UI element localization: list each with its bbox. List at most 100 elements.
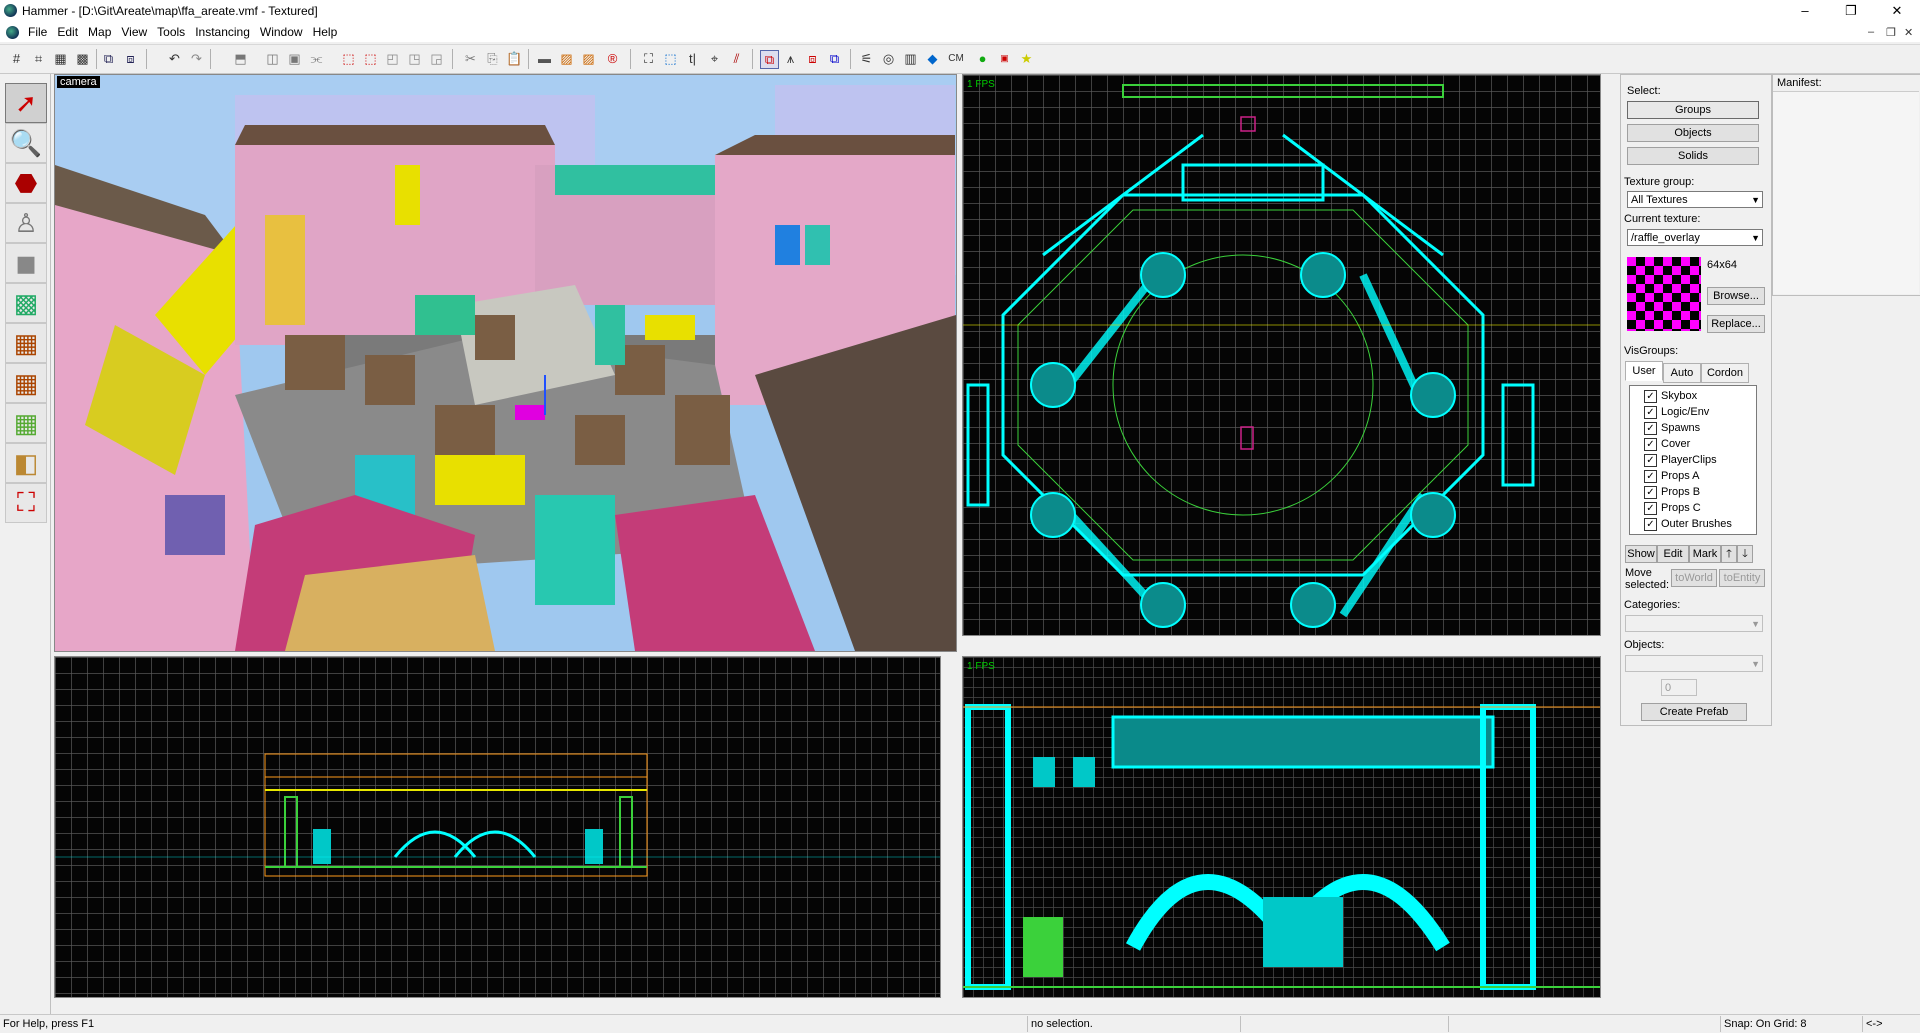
to-entity-button[interactable]: toEntity [1719,569,1765,587]
toggle-3d-icon[interactable]: ⌖ [706,50,723,67]
smaller-grid-icon[interactable]: ▦ [52,50,69,67]
visgroup-item-skybox[interactable]: ✓ Skybox [1644,388,1697,404]
run-map-icon[interactable]: ® [604,50,621,67]
visgroup-up-button[interactable]: 🡑 [1721,545,1737,563]
visgroup-item-cover[interactable]: ✓ Cover [1644,436,1690,452]
browse-texture-button[interactable]: Browse... [1707,287,1765,305]
hide-unselected-icon[interactable]: ◳ [406,50,423,67]
cut-icon[interactable]: ✂ [462,50,479,67]
top-view-viewport[interactable]: 1 FPS [962,74,1601,636]
solid-icon[interactable]: ▬ [536,50,553,67]
visgroup-item-outer-brushes[interactable]: ✓ Outer Brushes [1644,516,1732,532]
checkbox-checked-icon[interactable]: ✓ [1644,405,1657,419]
select-groups-button[interactable]: Groups [1627,101,1759,119]
cubemap-button[interactable]: CM [946,50,966,67]
front-view-viewport[interactable]: 1 FPS [962,656,1601,998]
visgroup-show-button[interactable]: Show [1625,545,1657,563]
zoom-selection-icon[interactable]: ⬚ [662,50,679,67]
center-views-icon[interactable]: t| [684,50,701,67]
nodraw-icon[interactable]: ▣ [996,50,1013,67]
helpers-icon[interactable]: ⚟ [858,50,875,67]
visgroups-list[interactable]: ✓ Skybox ✓ Logic/Env ✓ Spawns ✓ Cover ✓ Playe… [1629,385,1757,535]
prefab-count-stepper[interactable]: 0 [1661,679,1697,696]
model-icon[interactable]: ◆ [924,50,941,67]
texture-app-icon[interactable]: ▨ [558,50,575,67]
grid-3d-icon[interactable]: ⌗ [30,50,47,67]
visgroup-item-logic-env[interactable]: ✓ Logic/Env [1644,404,1709,420]
menu-view[interactable]: View [116,22,152,42]
camera-viewport[interactable]: camera [54,74,957,652]
menu-help[interactable]: Help [308,22,343,42]
minimize-button[interactable]: – [1782,0,1828,22]
select-solids-button[interactable]: Solids [1627,147,1759,165]
carve-icon[interactable]: ⬒ [232,50,249,67]
menu-edit[interactable]: Edit [52,22,83,42]
visgroup-item-props-b[interactable]: ✓ Props B [1644,484,1700,500]
clipping-tool-icon[interactable]: ◧ [5,443,47,483]
mdi-close-button[interactable]: ✕ [1904,26,1913,39]
visgroup-item-props-c[interactable]: ✓ Props C [1644,500,1701,516]
entity-tool-icon[interactable]: ♙ [5,203,47,243]
selection-tool-icon[interactable]: ➚ [5,83,47,123]
displacement-icon[interactable]: ⧉ [826,50,843,67]
close-button[interactable]: ✕ [1874,0,1920,22]
texture-view-icon[interactable]: ▥ [902,50,919,67]
apply-texture-tool-icon[interactable]: ▦ [5,323,47,363]
replace-texture-button[interactable]: Replace... [1707,315,1765,333]
paste-icon[interactable]: 📋 [506,50,523,67]
undo-icon[interactable]: ↶ [166,50,183,67]
checkbox-checked-icon[interactable]: ✓ [1644,469,1657,483]
menu-instancing[interactable]: Instancing [190,22,255,42]
overlay-icon[interactable]: ⧈ [804,50,821,67]
magnify-tool-icon[interactable]: 🔍 [5,123,47,163]
vertex-tool-icon[interactable]: ⛶ [5,483,47,523]
overlay-tool-icon[interactable]: ▦ [5,403,47,443]
select-all-icon[interactable]: ⛶ [640,50,657,67]
texture-tool-icon[interactable]: ▩ [5,283,47,323]
larger-grid-icon[interactable]: ▩ [74,50,91,67]
current-texture-dropdown[interactable]: /raffle_overlay ▼ [1627,229,1763,246]
entity-path-icon[interactable]: ⩚ [782,50,799,67]
ungroup-icon[interactable]: ⧈ [122,50,139,67]
show-hidden-icon[interactable]: ◲ [428,50,445,67]
ignore-groups-icon[interactable]: ⫘ [308,50,325,67]
manifest-list[interactable] [1773,91,1919,294]
tab-cordon[interactable]: Cordon [1701,363,1749,383]
visgroup-item-playerclips[interactable]: ✓ PlayerClips [1644,452,1717,468]
group-icon[interactable]: ⧉ [100,50,117,67]
lighting-icon[interactable]: ★ [1018,50,1035,67]
decal-tool-icon[interactable]: ▦ [5,363,47,403]
checkbox-checked-icon[interactable]: ✓ [1644,485,1657,499]
checkbox-checked-icon[interactable]: ✓ [1644,453,1657,467]
hide-selected-icon[interactable]: ◰ [384,50,401,67]
menu-window[interactable]: Window [255,22,308,42]
create-prefab-button[interactable]: Create Prefab [1641,703,1747,721]
visgroup-item-spawns[interactable]: ✓ Spawns [1644,420,1700,436]
checkbox-checked-icon[interactable]: ✓ [1644,389,1657,403]
categories-dropdown[interactable]: ▼ [1625,615,1763,632]
texture-lock-icon[interactable]: ⬚ [340,50,357,67]
select-objects-button[interactable]: Objects [1627,124,1759,142]
checkbox-checked-icon[interactable]: ✓ [1644,421,1657,435]
checkbox-checked-icon[interactable]: ✓ [1644,437,1657,451]
visgroup-down-button[interactable]: 🡓 [1737,545,1753,563]
redo-icon[interactable]: ↷ [188,50,205,67]
to-world-button[interactable]: toWorld [1671,569,1717,587]
texture-group-dropdown[interactable]: All Textures ▼ [1627,191,1763,208]
checkbox-checked-icon[interactable]: ✓ [1644,501,1657,515]
objects-dropdown[interactable]: ▼ [1625,655,1763,672]
compile-icon[interactable]: ● [974,50,991,67]
maximize-button[interactable]: ❐ [1828,0,1874,22]
tab-user[interactable]: User [1625,361,1663,381]
tab-auto[interactable]: Auto [1663,363,1701,383]
menu-map[interactable]: Map [83,22,116,42]
texture-scale-lock-icon[interactable]: ⬚ [362,50,379,67]
camera-icon[interactable]: ◎ [880,50,897,67]
mdi-restore-button[interactable]: ❐ [1886,26,1896,39]
hollow-icon[interactable]: ◫ [264,50,281,67]
checkbox-checked-icon[interactable]: ✓ [1644,517,1657,531]
document-icon[interactable] [6,26,19,40]
make-hollow-icon[interactable]: ▣ [286,50,303,67]
block-tool-icon[interactable]: ◼ [5,243,47,283]
grid-toggle-icon[interactable]: # [8,50,25,67]
